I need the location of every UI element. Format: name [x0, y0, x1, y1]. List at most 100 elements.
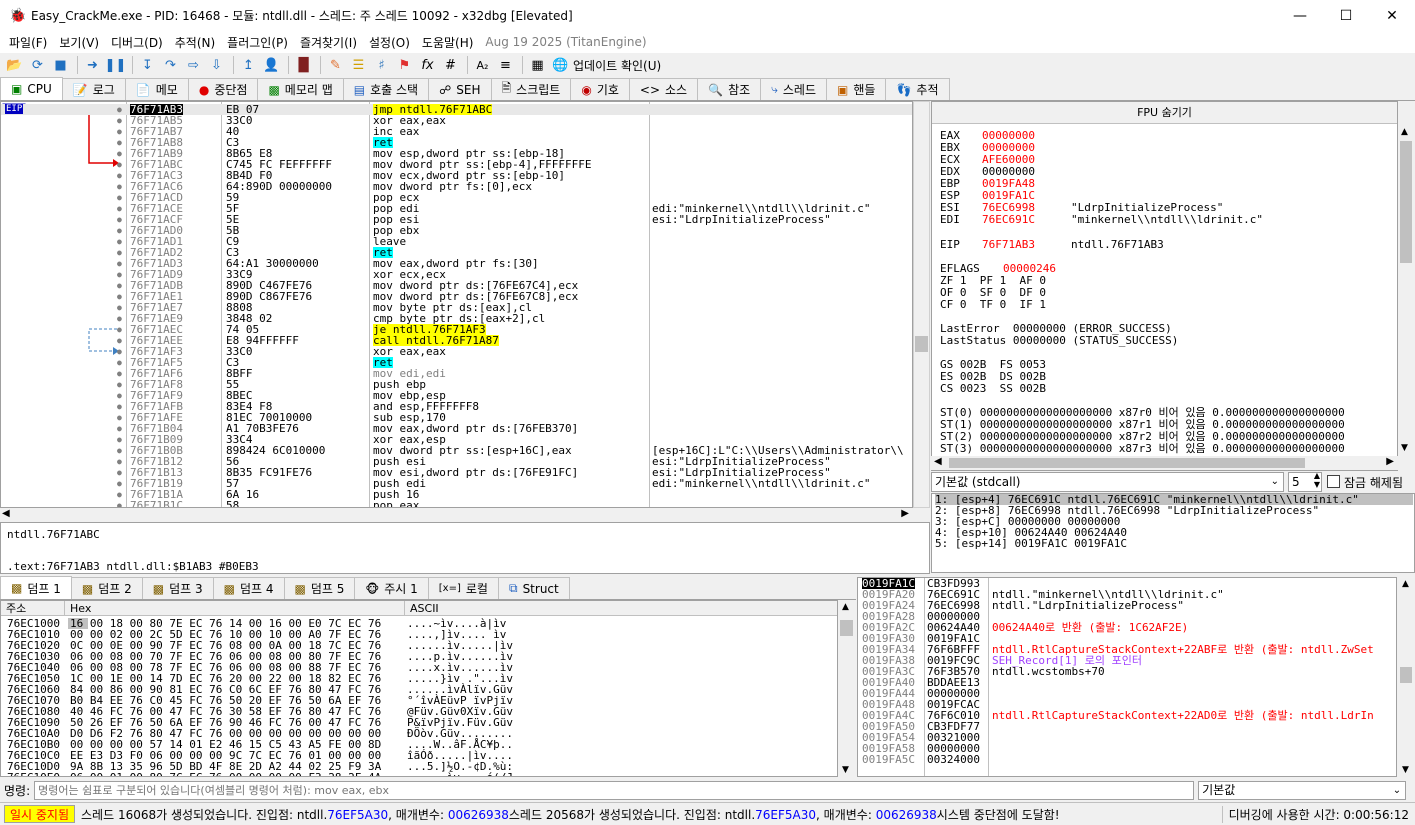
breakpoint-dot-icon[interactable]: ●: [117, 236, 122, 247]
calculator-icon[interactable]: ▦: [527, 55, 548, 75]
tab-log[interactable]: 📝 로그: [61, 78, 126, 100]
scroll-thumb[interactable]: [1400, 667, 1412, 683]
dump-hex[interactable]: 06 00 01 00 80 7C EC 76 00 00 00 00 F3 2…: [70, 772, 381, 776]
breakpoint-dot-icon[interactable]: ●: [117, 445, 122, 456]
update-check-button[interactable]: 업데이트 확인(U): [573, 57, 661, 74]
spinner-arrows-icon[interactable]: ▲ ▼: [1314, 471, 1320, 489]
restart-icon[interactable]: ⟳: [27, 55, 48, 75]
tab-notes[interactable]: 📄 메모: [124, 78, 189, 100]
disassembly-view[interactable]: ● 76F71AB3 EB 07 jmp ntdll.76F71ABC ● 76F71AB…: [0, 101, 913, 508]
menu-help[interactable]: 도움말(H): [416, 34, 480, 51]
tab-trace[interactable]: 👣 추적: [885, 78, 950, 100]
command-input[interactable]: [34, 780, 1195, 800]
tab-struct[interactable]: ⧉ Struct: [497, 577, 570, 599]
scroll-left-icon[interactable]: ◀: [934, 456, 942, 467]
breakpoint-dot-icon[interactable]: ●: [117, 379, 122, 390]
tab-dump-1[interactable]: ▩ 덤프 1: [0, 576, 72, 599]
breakpoint-dot-icon[interactable]: ●: [117, 368, 122, 379]
fpu-toggle-button[interactable]: FPU 숨기기: [932, 102, 1397, 124]
tab-locals[interactable]: [x=] 로컬: [427, 577, 499, 599]
scroll-thumb[interactable]: [915, 336, 928, 352]
tab-call-stack[interactable]: ▤ 호출 스택: [342, 78, 430, 100]
breakpoint-dot-icon[interactable]: ●: [117, 214, 122, 225]
scroll-up-icon[interactable]: ▲: [1402, 579, 1409, 589]
breakpoint-dot-icon[interactable]: ●: [117, 148, 122, 159]
breakpoint-dot-icon[interactable]: ●: [117, 412, 122, 423]
step-into-icon[interactable]: ↧: [137, 55, 158, 75]
tab-source[interactable]: <> 소스: [628, 78, 699, 100]
breakpoint-dot-icon[interactable]: ●: [117, 324, 122, 335]
menu-debug[interactable]: 디버그(D): [105, 34, 169, 51]
scroll-up-icon[interactable]: ▲: [842, 602, 849, 612]
scroll-thumb[interactable]: [840, 620, 853, 636]
hash-icon[interactable]: #: [440, 55, 461, 75]
tab-dump-3[interactable]: ▩ 덤프 3: [141, 577, 214, 599]
breakpoint-dot-icon[interactable]: ●: [117, 137, 122, 148]
stack-row[interactable]: 0019FA5C 00324000: [858, 754, 1396, 765]
bookmarks-icon[interactable]: ⚑: [394, 55, 415, 75]
breakpoint-dot-icon[interactable]: ●: [117, 115, 122, 126]
breakpoint-dot-icon[interactable]: ●: [117, 456, 122, 467]
pause-icon[interactable]: ❚❚: [105, 55, 127, 75]
tab-symbols[interactable]: ◉ 기호: [570, 78, 630, 100]
hex-dump-view[interactable]: 주소 Hex ASCII 76EC1000 16 00 18 00 80 7E E…: [0, 600, 838, 777]
tab-seh[interactable]: ☍ SEH: [428, 78, 492, 100]
breakpoint-dot-icon[interactable]: ●: [117, 401, 122, 412]
stop-icon[interactable]: ■: [50, 55, 71, 75]
tab-watch-1[interactable]: 🐵 주시 1: [354, 577, 429, 599]
dump-scrollbar[interactable]: ▲ ▼: [838, 600, 856, 777]
scroll-thumb[interactable]: [1400, 141, 1412, 263]
calling-convention-select[interactable]: 기본값 (stdcall) ⌄: [931, 472, 1284, 492]
menu-options[interactable]: 설정(O): [363, 34, 416, 51]
breakpoint-dot-icon[interactable]: ●: [117, 258, 122, 269]
unlock-checkbox[interactable]: [1327, 475, 1340, 488]
breakpoint-dot-icon[interactable]: ●: [117, 126, 122, 137]
open-icon[interactable]: 📂: [4, 55, 25, 75]
stack-view[interactable]: 0019FA1C CB3FD993 0019FA20 76EC691C ntdll."m…: [857, 577, 1397, 777]
breakpoint-dot-icon[interactable]: ●: [117, 181, 122, 192]
tab-cpu[interactable]: ▣ CPU: [0, 77, 63, 100]
command-mode-select[interactable]: 기본값 ⌄: [1198, 780, 1407, 800]
breakpoint-dot-icon[interactable]: ●: [117, 302, 122, 313]
breakpoint-dot-icon[interactable]: ●: [117, 192, 122, 203]
breakpoint-dot-icon[interactable]: ●: [117, 489, 122, 500]
update-globe-icon[interactable]: 🌐: [550, 55, 571, 75]
execute-till-return-icon[interactable]: ↥: [238, 55, 259, 75]
entry-link[interactable]: 76EF5A30: [755, 808, 816, 822]
scroll-left-icon[interactable]: ◀: [2, 508, 10, 519]
breakpoint-dot-icon[interactable]: ●: [117, 225, 122, 236]
tab-handles[interactable]: ▣ 핸들: [826, 78, 887, 100]
script-icon[interactable]: █: [293, 55, 314, 75]
labels-icon[interactable]: ♯: [371, 55, 392, 75]
dump-ascii[interactable]: ......ìv....ó(/J: [407, 772, 513, 776]
step-over-icon[interactable]: ↷: [160, 55, 181, 75]
scroll-down-icon[interactable]: ▼: [1402, 765, 1409, 775]
breakpoint-dot-icon[interactable]: ●: [117, 203, 122, 214]
breakpoint-dot-icon[interactable]: ●: [117, 346, 122, 357]
register-row-eip[interactable]: EIP 76F71AB3 ntdll.76F71AB3: [940, 239, 1380, 251]
breakpoint-dot-icon[interactable]: ●: [117, 170, 122, 181]
breakpoint-dot-icon[interactable]: ●: [117, 313, 122, 324]
run-to-user-code-icon[interactable]: 👤: [261, 55, 282, 75]
patch-icon[interactable]: ✎: [325, 55, 346, 75]
tab-script[interactable]: 🗎 스크립트: [490, 78, 572, 100]
functions-icon[interactable]: fx: [417, 55, 438, 75]
column-address[interactable]: 주소: [1, 601, 65, 616]
lines-icon[interactable]: ≡: [495, 55, 516, 75]
register-row[interactable]: EDI 76EC691C "minkernel\\ntdll\\ldrinit.c": [940, 214, 1380, 226]
tab-references[interactable]: 🔍 참조: [697, 78, 762, 100]
breakpoint-dot-icon[interactable]: ●: [117, 247, 122, 258]
param-link[interactable]: 00626938: [876, 808, 937, 822]
tab-dump-4[interactable]: ▩ 덤프 4: [212, 577, 285, 599]
scroll-up-icon[interactable]: ▲: [1401, 127, 1408, 137]
registers-hscrollbar[interactable]: ◀ ▶: [931, 456, 1398, 470]
menu-favourites[interactable]: 즐겨찾기(I): [294, 34, 363, 51]
breakpoint-dot-icon[interactable]: ●: [117, 357, 122, 368]
breakpoint-dot-icon[interactable]: ●: [117, 390, 122, 401]
minimize-button[interactable]: —: [1277, 0, 1323, 31]
param-link[interactable]: 00626938: [448, 808, 509, 822]
column-hex[interactable]: Hex: [65, 601, 405, 616]
tab-dump-5[interactable]: ▩ 덤프 5: [283, 577, 356, 599]
tab-dump-2[interactable]: ▩ 덤프 2: [70, 577, 143, 599]
breakpoint-dot-icon[interactable]: ●: [117, 159, 122, 170]
